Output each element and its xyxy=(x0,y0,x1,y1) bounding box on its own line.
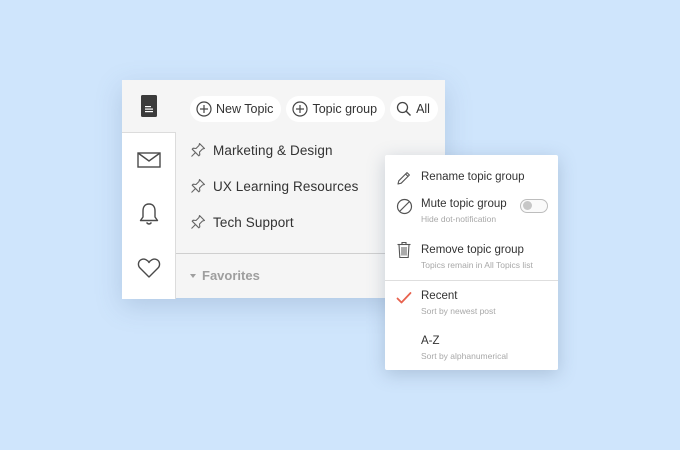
bell-icon xyxy=(139,203,159,225)
pin-icon xyxy=(191,178,206,193)
trash-icon xyxy=(395,241,413,259)
mail-icon xyxy=(137,152,161,168)
topic-item[interactable]: UX Learning Resources xyxy=(190,176,358,196)
new-topic-label: New Topic xyxy=(216,102,274,116)
search-icon xyxy=(396,101,412,116)
sort-az-item[interactable]: A-Z Sort by alphanumerical xyxy=(385,330,558,368)
favorites-label: Favorites xyxy=(202,268,260,283)
section-divider xyxy=(176,253,386,254)
mute-toggle[interactable] xyxy=(520,199,548,213)
mute-topic-group-label: Mute topic group xyxy=(421,198,507,210)
mail-button[interactable] xyxy=(136,147,162,173)
plus-circle-icon xyxy=(196,101,212,117)
favorites-section-toggle[interactable]: Favorites xyxy=(190,268,260,283)
topic-item[interactable]: Tech Support xyxy=(190,212,294,232)
rename-topic-group-item[interactable]: Rename topic group xyxy=(385,161,558,195)
caret-down-icon xyxy=(190,273,196,278)
sort-az-label: A-Z xyxy=(421,335,440,347)
menu-divider xyxy=(385,280,558,281)
topic-item[interactable]: Marketing & Design xyxy=(190,140,333,160)
pin-icon xyxy=(191,214,206,229)
document-icon xyxy=(141,95,157,117)
pencil-icon xyxy=(395,169,413,187)
remove-topic-group-hint: Topics remain in All Topics list xyxy=(421,260,533,270)
mute-toggle-knob xyxy=(522,201,532,210)
topic-label: Tech Support xyxy=(213,214,294,230)
remove-topic-group-label: Remove topic group xyxy=(421,244,524,256)
mute-icon xyxy=(395,197,413,215)
remove-topic-group-item[interactable]: Remove topic group Topics remain in All … xyxy=(385,239,558,277)
document-button[interactable] xyxy=(122,80,176,132)
search-all-button[interactable]: All xyxy=(390,96,438,122)
sort-recent-hint: Sort by newest post xyxy=(421,306,496,316)
notifications-button[interactable] xyxy=(136,201,162,227)
topic-label: UX Learning Resources xyxy=(213,178,359,194)
topic-group-menu: Rename topic group Mute topic group Hide… xyxy=(385,155,558,370)
rename-topic-group-label: Rename topic group xyxy=(421,171,525,183)
sort-recent-item[interactable]: Recent Sort by newest post xyxy=(385,285,558,323)
favorites-button[interactable] xyxy=(136,255,162,281)
sort-az-hint: Sort by alphanumerical xyxy=(421,351,508,361)
heart-icon xyxy=(137,258,161,278)
topic-label: Marketing & Design xyxy=(213,142,333,158)
topic-group-label: Topic group xyxy=(312,102,378,116)
pin-icon xyxy=(191,142,206,157)
new-topic-button[interactable]: New Topic xyxy=(190,96,282,122)
mute-topic-group-hint: Hide dot-notification xyxy=(421,214,497,224)
sidebar-rail xyxy=(122,132,176,299)
checkmark-icon xyxy=(395,289,413,307)
search-all-label: All xyxy=(416,102,430,116)
toolbar: New Topic Topic group All xyxy=(190,96,438,122)
plus-circle-icon xyxy=(292,101,309,117)
sort-recent-label: Recent xyxy=(421,290,458,302)
topic-group-button[interactable]: Topic group xyxy=(286,96,386,122)
